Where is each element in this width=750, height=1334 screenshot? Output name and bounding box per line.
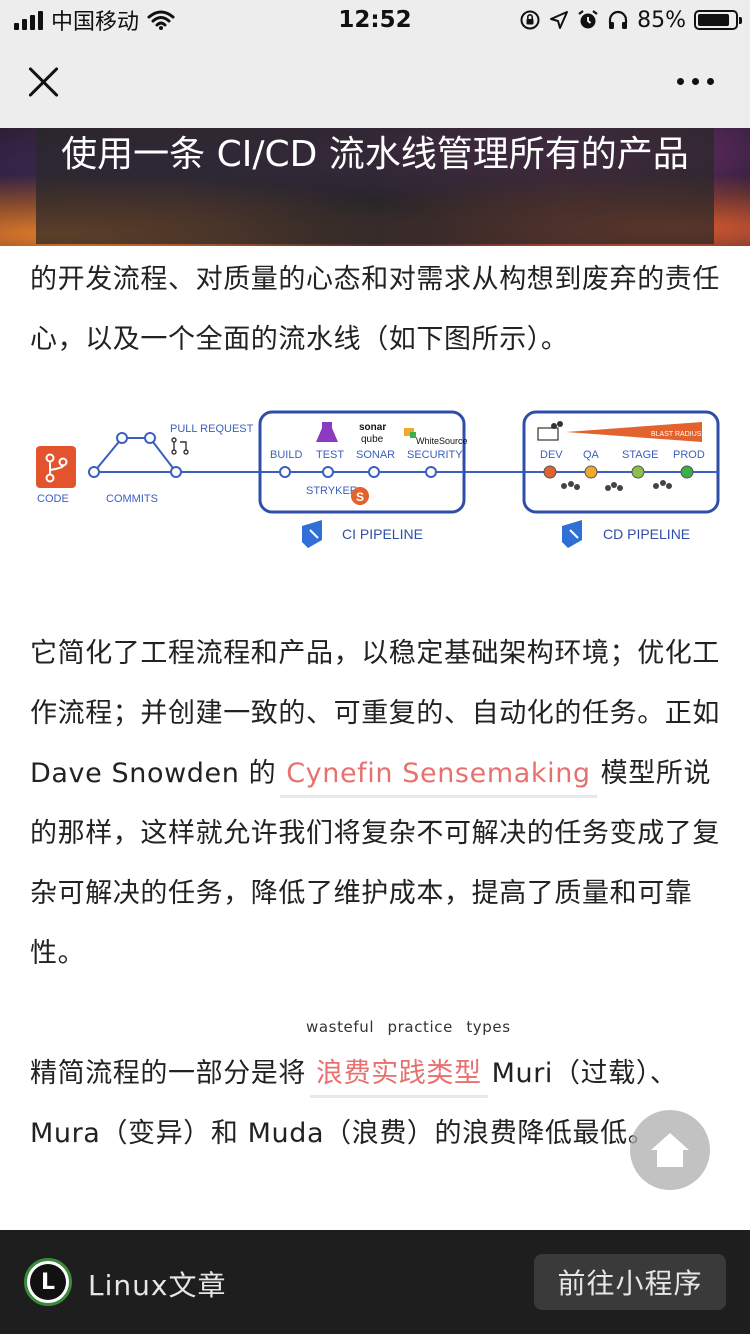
stryker-label: STRYKER [306, 485, 358, 497]
security-label: SECURITY [407, 449, 463, 461]
azure-pipelines-icon [562, 520, 582, 548]
commits-label: COMMITS [106, 493, 158, 505]
nav-bar [0, 40, 750, 128]
sonar-label: SONAR [356, 449, 395, 461]
cynefin-link[interactable]: Cynefin Sensemaking [280, 758, 597, 798]
pull-request-label: PULL REQUEST [170, 423, 254, 435]
paragraph-2: 它简化了工程流程和产品，以稳定基础架构环境；优化工作流程；并创建一致的、可重复的… [30, 624, 722, 984]
home-icon [651, 1133, 689, 1167]
article-body[interactable]: 的开发流程、对质量的心态和对需求从构想到废弃的责任心，以及一个全面的流水线（如下… [0, 246, 750, 1230]
open-mini-program-button[interactable]: 前往小程序 [534, 1254, 726, 1310]
more-options-icon[interactable] [677, 78, 714, 85]
dev-node [543, 465, 557, 479]
azure-pipelines-icon [302, 520, 322, 548]
battery-icon [694, 10, 742, 30]
qa-label: QA [583, 449, 600, 461]
commit-node [116, 432, 128, 444]
status-right: 85% [519, 7, 742, 33]
paragraph-3-text-a: 精简流程的一部分是将 [30, 1058, 306, 1089]
ci-pipeline-label: CI PIPELINE [342, 526, 423, 542]
sonarqube-logo-bottom: qube [361, 434, 384, 445]
prod-label: PROD [673, 449, 705, 461]
signal-icon [14, 10, 43, 30]
commit-node [170, 466, 182, 478]
security-node [425, 466, 437, 478]
alarm-icon [578, 10, 598, 29]
bottom-bar: L Linux文章 前往小程序 [0, 1230, 750, 1334]
diagram-pr-branch [93, 437, 177, 473]
paragraph-3: 精简流程的一部分是将 wasteful practice types 浪费实践类型 M… [30, 1018, 722, 1164]
battery-percent: 85% [637, 7, 686, 33]
ruby-annotation: wasteful practice types [306, 1018, 511, 1036]
commit-node [144, 432, 156, 444]
code-icon [36, 446, 76, 488]
stage-label: STAGE [622, 449, 658, 461]
carrier-label: 中国移动 [51, 10, 140, 35]
header-image: 使用一条 CI/CD 流水线管理所有的产品 [0, 128, 750, 246]
location-icon [550, 11, 569, 29]
svg-text:S: S [356, 490, 364, 504]
pipeline-diagram: CODE COMMITS PULL REQUEST BUILD TEST SON… [36, 410, 720, 548]
dev-label: DEV [540, 449, 563, 461]
home-float-button[interactable] [630, 1110, 710, 1190]
app-logo[interactable]: L [24, 1258, 72, 1306]
test-node [322, 466, 334, 478]
status-left: 中国移动 [14, 4, 175, 36]
build-label: BUILD [270, 449, 302, 461]
prod-node [680, 465, 694, 479]
app-logo-letter: L [30, 1264, 66, 1300]
cd-pipeline-label: CD PIPELINE [603, 526, 690, 542]
stage-node [631, 465, 645, 479]
whitesource-label: WhiteSource [416, 436, 468, 446]
sonarqube-logo-top: sonar [359, 422, 386, 433]
build-node [279, 466, 291, 478]
headphones-icon [608, 10, 628, 29]
pull-request-icon [171, 437, 189, 455]
rotation-lock-icon [520, 10, 540, 30]
close-icon[interactable] [26, 64, 62, 100]
article-title: 使用一条 CI/CD 流水线管理所有的产品 [36, 128, 714, 244]
code-label: CODE [37, 493, 69, 505]
commit-node [88, 466, 100, 478]
status-bar: 中国移动 12:52 85% [0, 0, 750, 40]
waste-types-ruby: wasteful practice types 浪费实践类型 [306, 1018, 510, 1104]
waste-types-link[interactable]: 浪费实践类型 [310, 1058, 488, 1098]
wifi-icon [147, 10, 175, 30]
qa-node [584, 465, 598, 479]
test-label: TEST [316, 449, 344, 461]
blast-radius-label: BLAST RADIUS [651, 431, 702, 438]
paragraph-1: 的开发流程、对质量的心态和对需求从构想到废弃的责任心，以及一个全面的流水线（如下… [30, 264, 720, 355]
app-name[interactable]: Linux文章 [88, 1264, 226, 1304]
sonar-node [368, 466, 380, 478]
